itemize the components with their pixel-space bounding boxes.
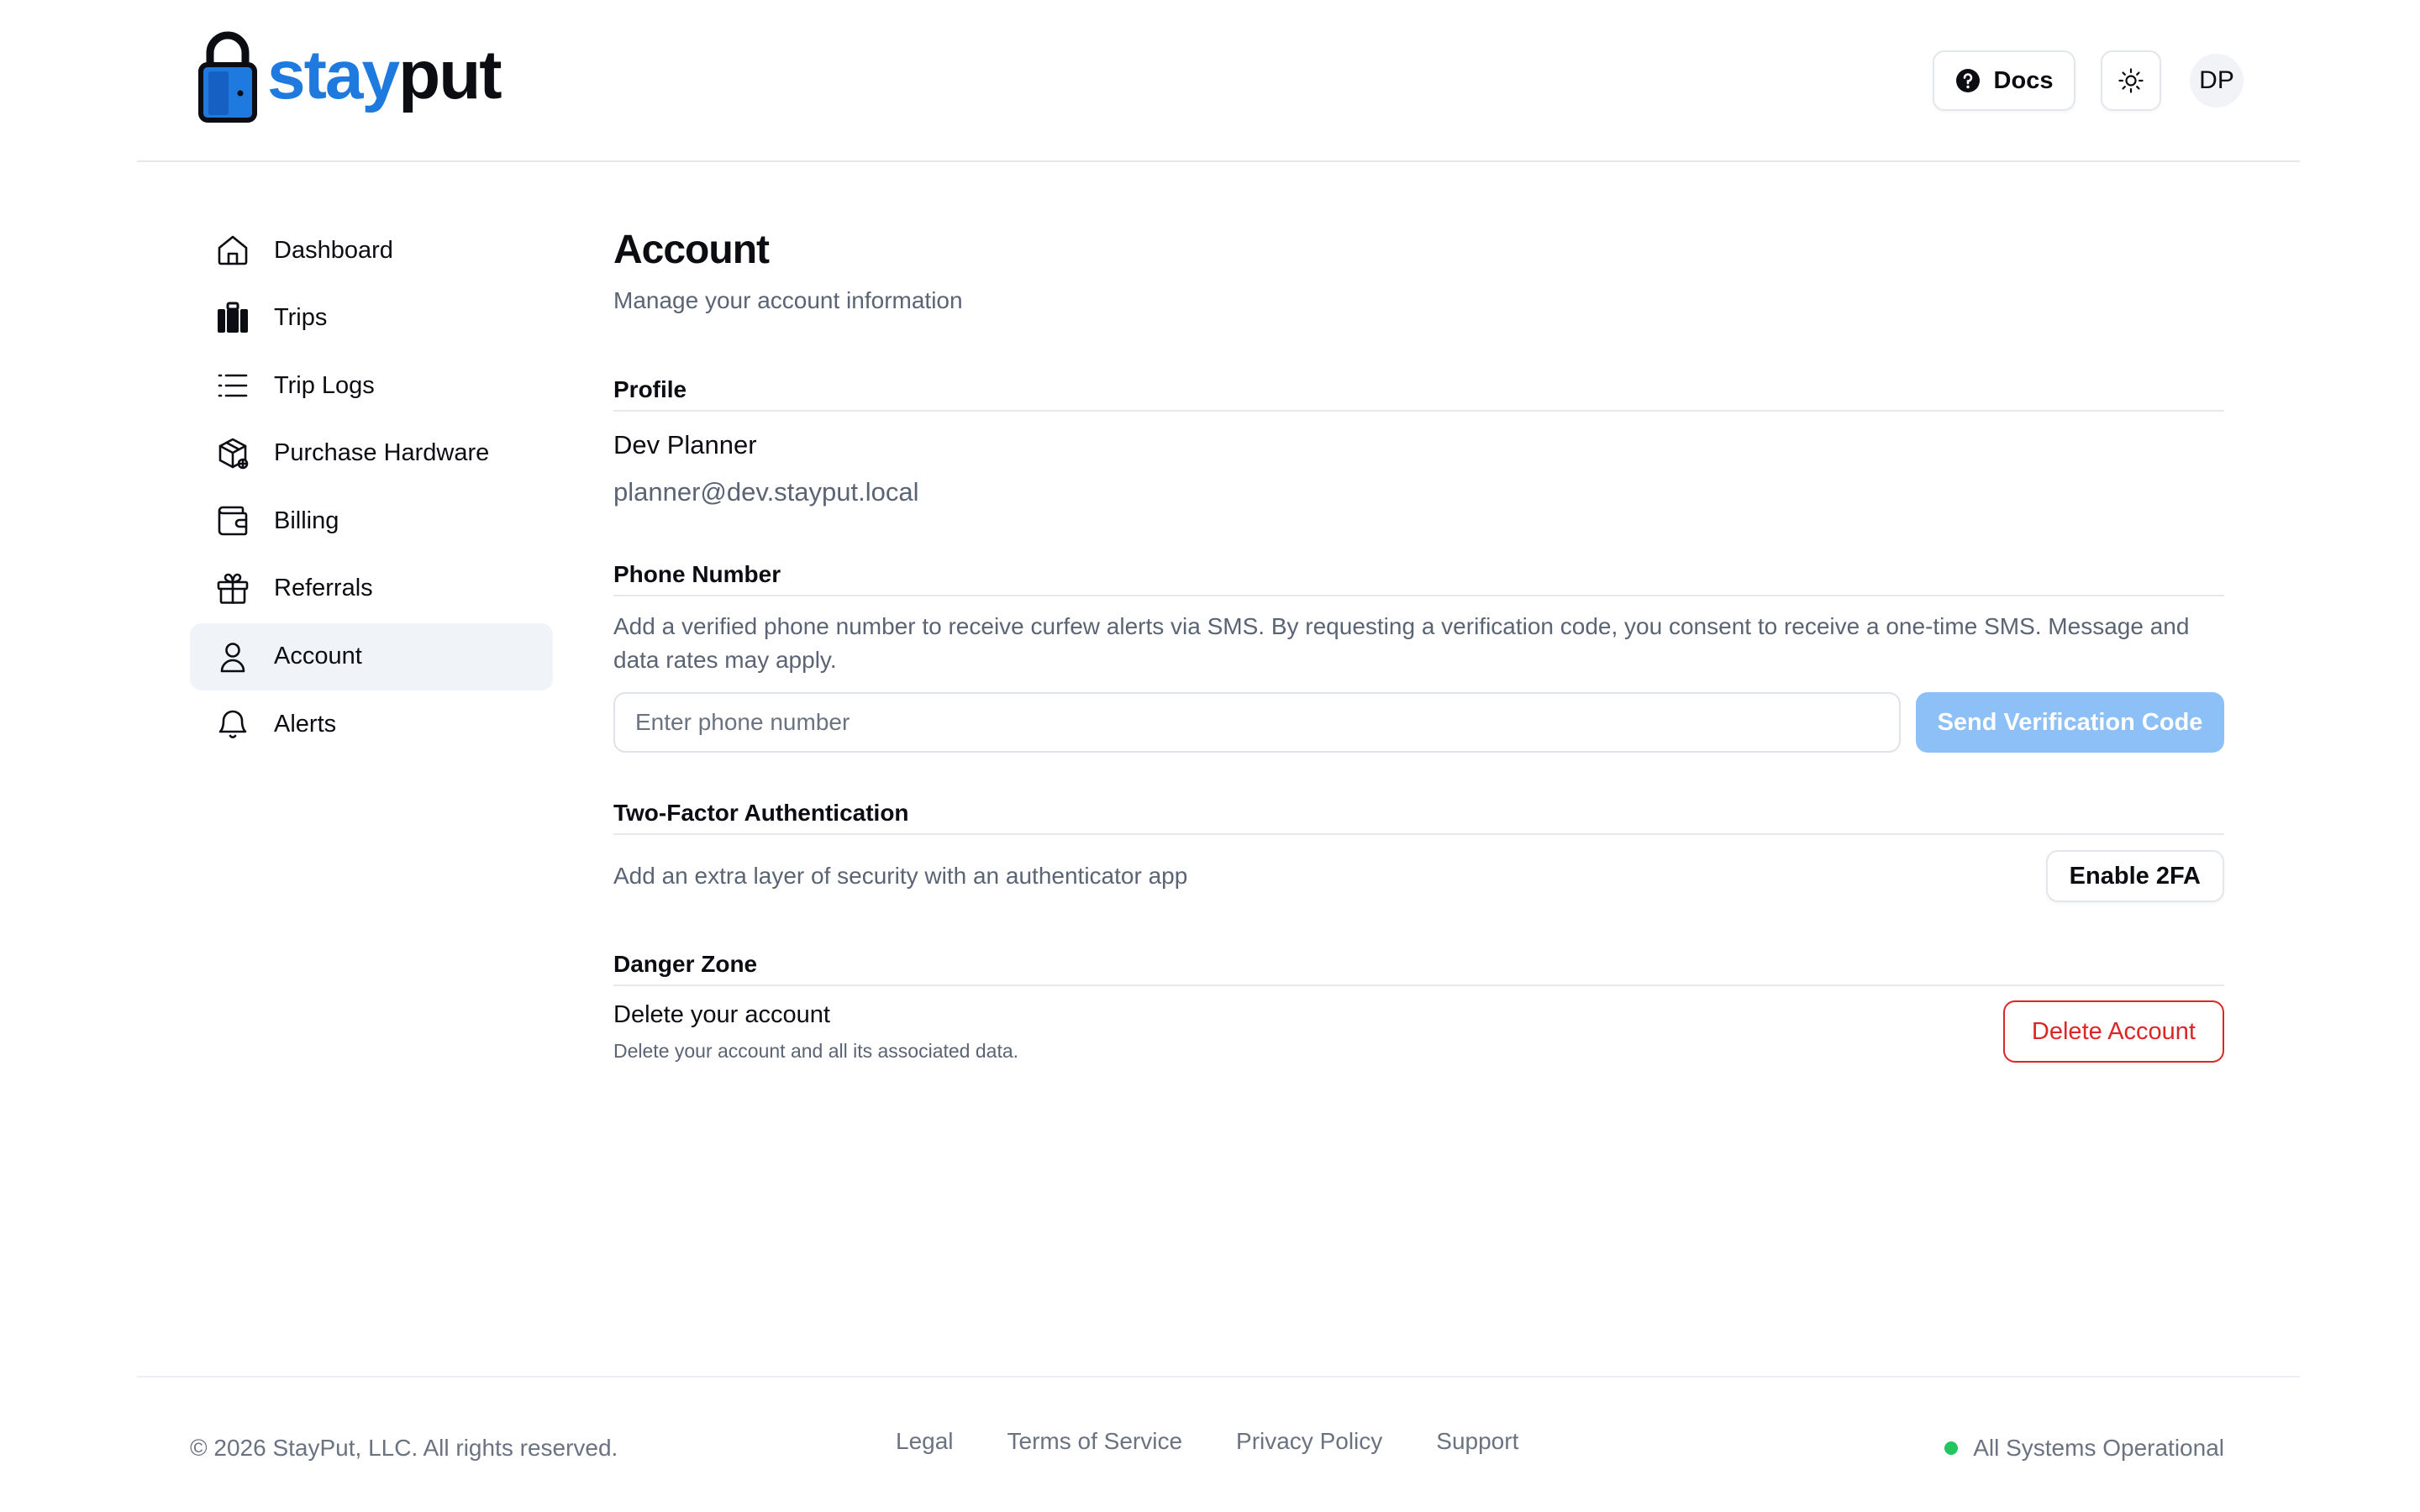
footer-link-legal[interactable]: Legal <box>896 1428 954 1455</box>
section-divider <box>613 984 2224 986</box>
sidebar-nav: Dashboard Trips Trip Logs Purchase Hardw… <box>190 217 553 759</box>
two-factor-heading: Two-Factor Authentication <box>613 800 909 826</box>
wallet-icon <box>218 507 248 536</box>
system-status[interactable]: All Systems Operational <box>1944 1435 2224 1462</box>
enable-2fa-button[interactable]: Enable 2FA <box>2045 850 2224 902</box>
package-icon <box>218 438 249 470</box>
sun-icon <box>2118 68 2144 93</box>
sidebar-item-label: Alerts <box>274 710 337 738</box>
user-avatar[interactable]: DP <box>2190 54 2244 108</box>
padlock-logo-icon <box>198 31 257 123</box>
sidebar-item-dashboard[interactable]: Dashboard <box>190 217 553 284</box>
phone-section: Phone Number Add a verified phone number… <box>613 559 2224 753</box>
system-status-label: All Systems Operational <box>1973 1435 2224 1461</box>
phone-description: Add a verified phone number to receive c… <box>613 613 2190 673</box>
bell-icon <box>218 710 247 739</box>
delete-account-subtitle: Delete your account and all its associat… <box>613 1040 1019 1062</box>
two-factor-section: Two-Factor Authentication Add an extra l… <box>613 798 2224 902</box>
luggage-icon <box>218 302 248 333</box>
delete-account-row: Delete your account Delete your account … <box>613 1000 2224 1063</box>
delete-account-title: Delete your account <box>613 1001 830 1028</box>
sidebar-item-label: Dashboard <box>274 236 393 264</box>
logo-wordmark: stayput <box>267 41 502 110</box>
danger-zone-section: Danger Zone Delete your account Delete y… <box>613 949 2224 1063</box>
profile-name: Dev Planner <box>613 430 757 459</box>
header-divider <box>137 160 2300 162</box>
home-icon <box>218 235 248 265</box>
page-subtitle: Manage your account information <box>613 287 963 313</box>
sidebar-item-referrals[interactable]: Referrals <box>190 555 553 622</box>
sidebar-item-label: Trip Logs <box>274 371 375 399</box>
sidebar-item-purchase-hardware[interactable]: Purchase Hardware <box>190 420 553 487</box>
two-factor-description: Add an extra layer of security with an a… <box>613 863 1188 889</box>
logo-wordmark-put: put <box>398 37 502 113</box>
danger-zone-heading: Danger Zone <box>613 951 758 977</box>
list-icon <box>218 374 248 397</box>
send-verification-code-button[interactable]: Send Verification Code <box>1916 692 2224 753</box>
phone-number-input[interactable] <box>613 692 1901 753</box>
docs-button[interactable]: Docs <box>1933 50 2075 111</box>
sidebar-item-label: Purchase Hardware <box>274 439 490 467</box>
profile-email: planner@dev.stayput.local <box>613 477 919 507</box>
theme-toggle-button[interactable] <box>2101 50 2161 111</box>
gift-icon <box>217 573 249 604</box>
sidebar-item-alerts[interactable]: Alerts <box>190 690 553 758</box>
section-divider <box>613 595 2224 596</box>
page-title: Account <box>613 228 770 272</box>
footer-links: Legal Terms of Service Privacy Policy Su… <box>896 1428 1518 1455</box>
sidebar-item-label: Trips <box>274 304 328 332</box>
sidebar-item-label: Billing <box>274 507 339 534</box>
phone-heading: Phone Number <box>613 561 781 587</box>
sidebar-item-label: Referrals <box>274 575 373 602</box>
profile-section: Profile Dev Planner planner@dev.stayput.… <box>613 375 2224 509</box>
delete-account-text: Delete your account Delete your account … <box>613 1000 1018 1063</box>
sidebar-item-label: Account <box>274 643 362 670</box>
user-icon <box>220 642 245 672</box>
footer-link-terms[interactable]: Terms of Service <box>1007 1428 1183 1455</box>
account-main: Account Manage your account information … <box>613 227 2224 1063</box>
sidebar-item-trips[interactable]: Trips <box>190 285 553 352</box>
logo-wordmark-stay: stay <box>267 37 400 113</box>
stayput-logo[interactable]: stayput <box>198 25 502 126</box>
status-dot-icon <box>1944 1441 1959 1455</box>
footer-copyright: © 2026 StayPut, LLC. All rights reserved… <box>190 1435 618 1461</box>
profile-heading: Profile <box>613 376 687 402</box>
section-divider <box>613 833 2224 835</box>
footer-link-privacy[interactable]: Privacy Policy <box>1236 1428 1382 1455</box>
two-factor-row: Add an extra layer of security with an a… <box>613 850 2224 902</box>
delete-account-button[interactable]: Delete Account <box>2002 1000 2224 1063</box>
footer-divider <box>137 1376 2300 1378</box>
docs-label: Docs <box>1993 66 2054 94</box>
help-circle-icon <box>1955 69 1980 92</box>
section-divider <box>613 410 2224 412</box>
sidebar-item-billing[interactable]: Billing <box>190 487 553 554</box>
phone-input-row: Send Verification Code <box>613 692 2224 753</box>
sidebar-item-account[interactable]: Account <box>190 622 553 690</box>
footer-link-support[interactable]: Support <box>1436 1428 1518 1455</box>
top-header: stayput Docs DP <box>0 0 2420 162</box>
sidebar-item-trip-logs[interactable]: Trip Logs <box>190 352 553 419</box>
